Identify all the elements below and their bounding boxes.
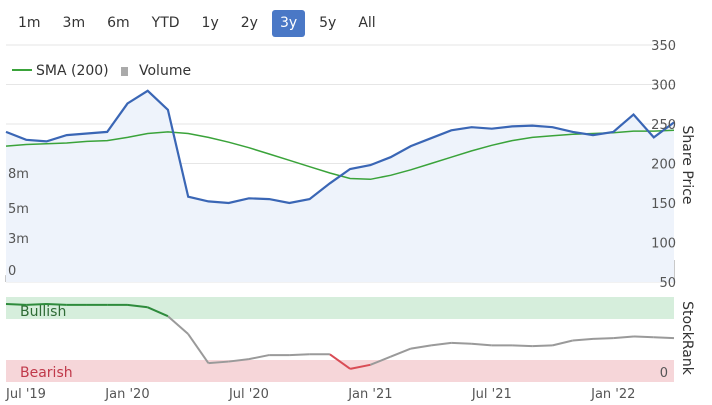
stockrank-segment xyxy=(451,341,472,345)
legend-volume-swatch xyxy=(121,67,128,76)
stockrank-segment xyxy=(471,342,492,347)
stockrank-segment xyxy=(248,354,270,361)
stockrank-segment xyxy=(592,337,614,340)
bullish-label: Bullish xyxy=(20,304,66,320)
legend: SMA (200) Volume xyxy=(12,63,191,79)
stock-chart: 50 100 150 200 250 300 350 0 3m 5m 8m Share Price… xyxy=(5,39,695,402)
stockrank-panel: Bullish Bearish 0 StockRank xyxy=(5,297,695,382)
price-tick-label: 300 xyxy=(651,79,676,94)
stockrank-segment xyxy=(653,336,675,340)
legend-sma-label: SMA (200) xyxy=(36,63,109,79)
x-tick-label: Jan '22 xyxy=(590,387,635,402)
stockrank-segment xyxy=(410,344,432,350)
x-tick-label: Jul '19 xyxy=(5,387,46,402)
stockrank-segment xyxy=(26,303,47,306)
stockrank-segment xyxy=(390,347,412,358)
stockrank-segment xyxy=(289,353,310,357)
stockrank-segment xyxy=(187,333,210,364)
volume-tick-label: 3m xyxy=(8,232,29,247)
price-tick-label: 350 xyxy=(651,39,676,54)
stockrank-zero-label: 0 xyxy=(660,366,668,381)
stockrank-segment xyxy=(46,303,67,306)
x-tick-label: Jan '20 xyxy=(104,387,149,402)
stockrank-axis-title: StockRank xyxy=(679,301,695,376)
x-tick-label: Jul '21 xyxy=(471,387,512,402)
price-area xyxy=(6,90,674,282)
stockrank-segment xyxy=(572,337,594,342)
stockrank-segment xyxy=(613,335,634,340)
stockrank-segment xyxy=(430,341,452,347)
price-panel: 50 100 150 200 250 300 350 0 3m 5m 8m Share Price… xyxy=(5,39,695,291)
price-tick-label: 200 xyxy=(651,158,676,173)
stockrank-segment xyxy=(633,335,654,339)
price-axis-title: Share Price xyxy=(679,125,695,204)
bearish-label: Bearish xyxy=(20,365,73,381)
price-tick-label: 50 xyxy=(659,276,676,291)
price-tick-label: 150 xyxy=(651,197,676,212)
x-axis-ticks: Jul '19 Jan '20 Jul '20 Jan '21 Jul '21 Jan '… xyxy=(5,387,635,402)
volume-tick-label: 5m xyxy=(8,202,29,217)
bullish-band xyxy=(6,297,674,319)
price-tick-label: 250 xyxy=(651,118,676,133)
price-tick-label: 100 xyxy=(651,237,676,252)
legend-volume-label: Volume xyxy=(139,63,191,79)
bearish-band xyxy=(6,360,674,382)
stockrank-segment xyxy=(552,339,574,347)
stockrank-segment xyxy=(532,344,553,348)
x-tick-label: Jul '20 xyxy=(228,387,269,402)
stockrank-segment xyxy=(512,344,533,348)
volume-tick-label: 8m xyxy=(8,167,29,182)
stockrank-segment xyxy=(5,303,27,306)
volume-tick-label: 0 xyxy=(8,264,16,279)
x-tick-label: Jan '21 xyxy=(347,387,392,402)
